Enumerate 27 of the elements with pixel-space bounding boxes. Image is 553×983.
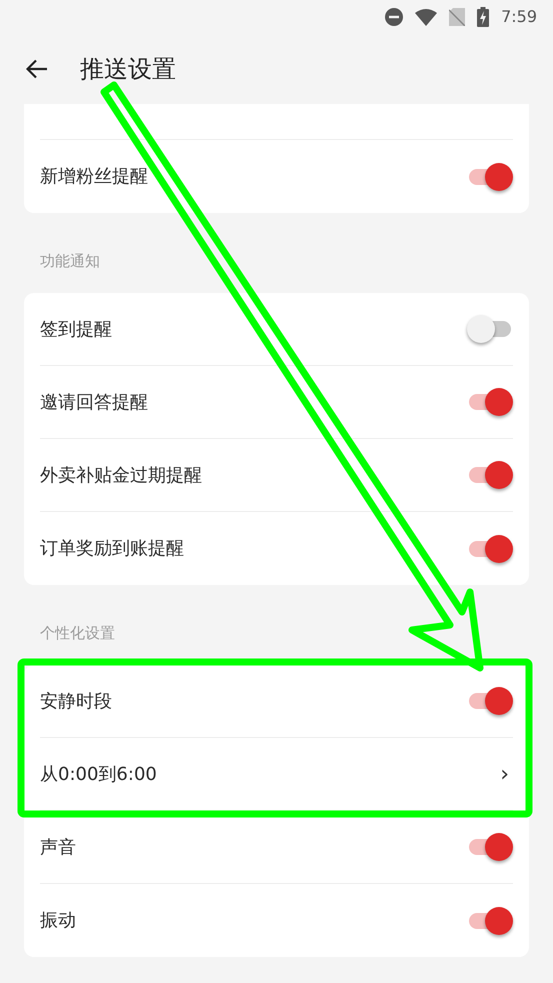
- battery-charging-icon: [477, 7, 490, 27]
- toggle-switch[interactable]: [467, 388, 513, 416]
- back-arrow-icon[interactable]: [26, 59, 48, 79]
- setting-label: 订单奖励到账提醒: [40, 537, 184, 561]
- toggle-switch[interactable]: [467, 534, 513, 562]
- section-header: 个性化设置: [40, 622, 115, 644]
- setting-label: 邀请回答提醒: [40, 390, 148, 414]
- setting-label: 新增粉丝提醒: [40, 165, 148, 189]
- setting-label: 安静时段: [40, 690, 112, 714]
- setting-label: 振动: [40, 909, 76, 933]
- toggle-switch[interactable]: [467, 461, 513, 489]
- chevron-icon[interactable]: ›: [500, 758, 509, 790]
- setting-label: 签到提醒: [40, 318, 112, 342]
- do-not-disturb-icon: [385, 8, 404, 26]
- status-time: 7:59: [501, 6, 537, 28]
- toggle-switch[interactable]: [467, 906, 513, 934]
- toggle-switch[interactable]: [467, 162, 513, 190]
- section-header: 功能通知: [40, 250, 100, 272]
- setting-label: 外卖补贴金过期提醒: [40, 464, 202, 488]
- setting-label: 从0:00到6:00: [40, 762, 157, 786]
- toggle-switch[interactable]: [467, 315, 513, 343]
- page-title: 推送设置: [80, 54, 176, 85]
- no-sim-icon: [449, 8, 466, 26]
- wifi-icon: [415, 8, 438, 26]
- toggle-switch[interactable]: [467, 833, 513, 861]
- setting-label: 声音: [40, 836, 76, 860]
- toggle-switch[interactable]: [467, 687, 513, 715]
